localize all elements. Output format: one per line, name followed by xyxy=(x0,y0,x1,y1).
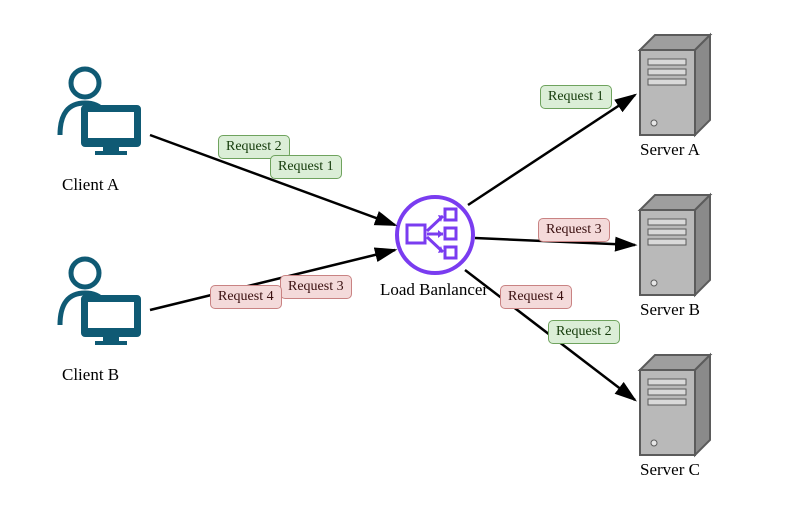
client-a-label: Client A xyxy=(62,175,119,195)
server-a-label: Server A xyxy=(640,140,700,160)
server-b-icon xyxy=(640,195,710,295)
server-c-label: Server C xyxy=(640,460,700,480)
request-tag-to-server-c-upper: Request 4 xyxy=(500,285,572,309)
client-b-label: Client B xyxy=(62,365,119,385)
request-tag-client-a-1: Request 1 xyxy=(270,155,342,179)
request-tag-to-server-c-lower: Request 2 xyxy=(548,320,620,344)
client-a-icon xyxy=(60,69,139,155)
server-a-icon xyxy=(640,35,710,135)
server-c-icon xyxy=(640,355,710,455)
arrow-lb-to-server-a xyxy=(468,95,635,205)
request-tag-to-server-b: Request 3 xyxy=(538,218,610,242)
load-balancer-icon xyxy=(397,197,473,273)
request-tag-client-b-3: Request 3 xyxy=(280,275,352,299)
load-balancer-label: Load Banlancer xyxy=(380,280,488,300)
request-tag-to-server-a: Request 1 xyxy=(540,85,612,109)
server-b-label: Server B xyxy=(640,300,700,320)
request-tag-client-b-4: Request 4 xyxy=(210,285,282,309)
client-b-icon xyxy=(60,259,139,345)
